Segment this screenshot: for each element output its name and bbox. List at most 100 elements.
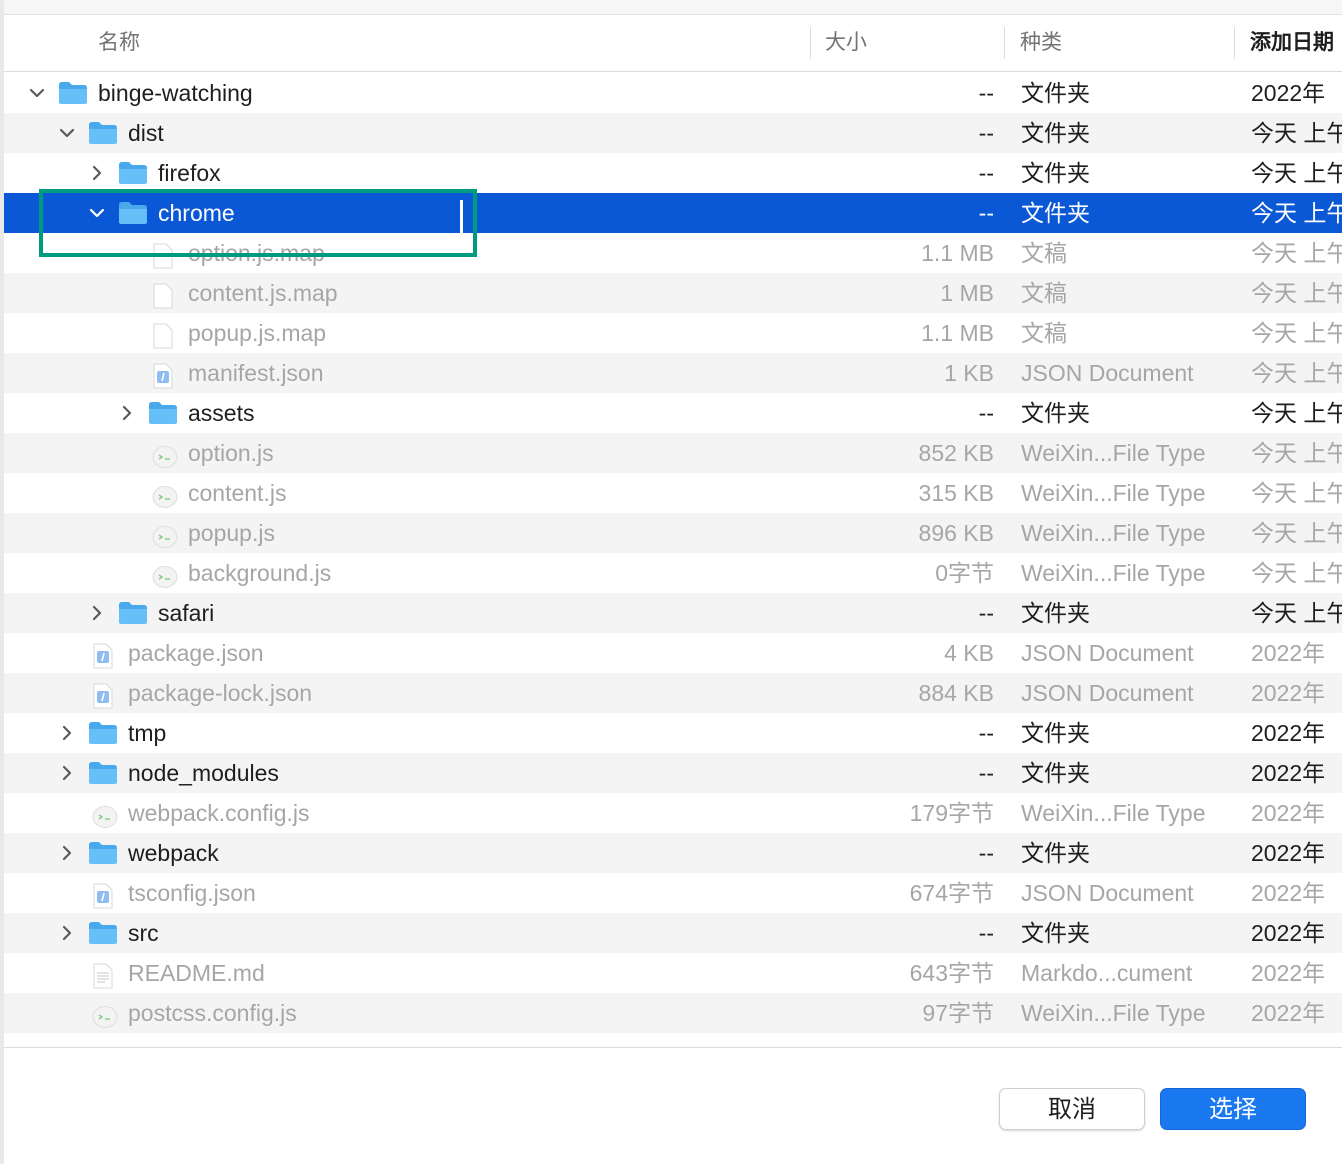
file-name: dist [128,120,164,146]
file-kind: 文件夹 [1021,80,1090,106]
disclosure-chevron-right-icon[interactable] [89,165,105,181]
file-size: -- [978,920,994,946]
file-kind: WeiXin...File Type [1021,440,1206,466]
json-file-icon [92,881,114,909]
column-divider[interactable] [1004,27,1005,59]
json-file-icon [92,681,114,709]
column-date-added-header[interactable]: 添加日期 [1250,15,1342,71]
cancel-button[interactable]: 取消 [999,1088,1145,1130]
file-date-added: 2022年 [1251,680,1326,706]
file-name: tmp [128,720,167,746]
folder-row[interactable]: safari -- 文件夹 今天 上午 [4,593,1342,633]
file-size: 896 KB [918,520,994,546]
folder-row[interactable]: assets -- 文件夹 今天 上午 [4,393,1342,433]
file-kind: JSON Document [1021,640,1194,666]
choose-button[interactable]: 选择 [1160,1088,1306,1130]
folder-icon [58,81,88,105]
file-name: safari [158,600,215,626]
folder-row[interactable]: dist -- 文件夹 今天 上午 [4,113,1342,153]
folder-icon [118,201,148,225]
file-size: 852 KB [918,440,994,466]
file-row[interactable]: webpack.config.js 179字节 WeiXin...File Type… [4,793,1342,833]
column-size-header[interactable]: 大小 [825,15,995,71]
file-kind: 文件夹 [1021,400,1090,426]
file-row[interactable]: tsconfig.json 674字节 JSON Document 2022年 [4,873,1342,913]
file-row[interactable]: popup.js 896 KB WeiXin...File Type 今天 上午 [4,513,1342,553]
folder-row[interactable]: tmp -- 文件夹 2022年 [4,713,1342,753]
disclosure-chevron-right-icon[interactable] [89,605,105,621]
folder-icon [88,921,118,945]
folder-row[interactable]: chrome -- 文件夹 今天 上午 [4,193,1342,233]
file-row[interactable]: README.md 643字节 Markdo...cument 2022年 [4,953,1342,993]
file-row[interactable]: background.js 0字节 WeiXin...File Type 今天 上午 [4,553,1342,593]
file-name: chrome [158,200,235,226]
folder-row[interactable]: webpack -- 文件夹 2022年 [4,833,1342,873]
file-size: 1 MB [940,280,994,306]
disclosure-chevron-down-icon[interactable] [29,85,45,101]
file-name: binge-watching [98,80,253,106]
file-row[interactable]: package.json 4 KB JSON Document 2022年 [4,633,1342,673]
folder-row[interactable]: node_modules -- 文件夹 2022年 [4,753,1342,793]
disclosure-chevron-right-icon[interactable] [59,725,75,741]
file-kind: 文稿 [1021,320,1067,346]
file-kind: 文件夹 [1021,720,1090,746]
disclosure-chevron-right-icon[interactable] [119,405,135,421]
folder-icon [88,721,118,745]
folder-row[interactable]: binge-watching -- 文件夹 2022年 [4,73,1342,113]
folder-row[interactable]: src -- 文件夹 2022年 [4,913,1342,953]
file-kind: JSON Document [1021,880,1194,906]
file-date-added: 今天 上午 [1251,360,1342,386]
file-row[interactable]: content.js 315 KB WeiXin...File Type 今天 上午 [4,473,1342,513]
file-name: option.js.map [188,240,325,266]
script-file-icon [152,521,178,548]
file-name: manifest.json [188,360,324,386]
file-date-added: 今天 上午 [1251,520,1342,546]
folder-icon [118,161,148,185]
file-kind: 文件夹 [1021,760,1090,786]
file-kind: 文件夹 [1021,200,1090,226]
file-size: -- [978,720,994,746]
file-row[interactable]: content.js.map 1 MB 文稿 今天 上午 [4,273,1342,313]
file-size: 4 KB [944,640,994,666]
column-divider[interactable] [1234,27,1235,59]
column-divider[interactable] [810,27,811,59]
file-date-added: 今天 上午 [1251,480,1342,506]
file-row[interactable]: postcss.config.js 97字节 WeiXin...File Type 2… [4,993,1342,1033]
file-name: package-lock.json [128,680,313,706]
script-file-icon [92,1001,118,1028]
disclosure-chevron-down-icon[interactable] [59,125,75,141]
file-row[interactable]: option.js 852 KB WeiXin...File Type 今天 上午 [4,433,1342,473]
file-kind: WeiXin...File Type [1021,800,1206,826]
file-date-added: 2022年 [1251,640,1326,666]
file-size: 179字节 [909,800,994,826]
folder-row[interactable]: firefox -- 文件夹 今天 上午 [4,153,1342,193]
column-kind-header[interactable]: 种类 [1020,15,1230,71]
disclosure-chevron-right-icon[interactable] [59,765,75,781]
disclosure-chevron-down-icon[interactable] [89,205,105,221]
window-top-edge [0,0,1342,15]
disclosure-chevron-right-icon[interactable] [59,845,75,861]
file-size: 884 KB [918,680,994,706]
markdown-file-icon [92,961,114,989]
file-name: background.js [188,560,332,586]
file-kind: 文稿 [1021,280,1067,306]
file-row[interactable]: option.js.map 1.1 MB 文稿 今天 上午 [4,233,1342,273]
file-kind: 文件夹 [1021,920,1090,946]
file-row[interactable]: manifest.json 1 KB JSON Document 今天 上午 [4,353,1342,393]
file-kind: JSON Document [1021,360,1194,386]
file-date-added: 2022年 [1251,800,1326,826]
file-date-added: 2022年 [1251,840,1326,866]
json-file-icon [92,641,114,669]
file-size: -- [978,80,994,106]
file-size: -- [978,840,994,866]
file-row[interactable]: package-lock.json 884 KB JSON Document 2022… [4,673,1342,713]
file-name: option.js [188,440,274,466]
file-date-added: 今天 上午 [1251,440,1342,466]
script-file-icon [152,561,178,588]
disclosure-chevron-right-icon[interactable] [59,925,75,941]
column-name-header[interactable]: 名称 [98,15,798,71]
file-date-added: 2022年 [1251,880,1326,906]
file-date-added: 2022年 [1251,960,1326,986]
file-row[interactable]: popup.js.map 1.1 MB 文稿 今天 上午 [4,313,1342,353]
file-date-added: 今天 上午 [1251,560,1342,586]
